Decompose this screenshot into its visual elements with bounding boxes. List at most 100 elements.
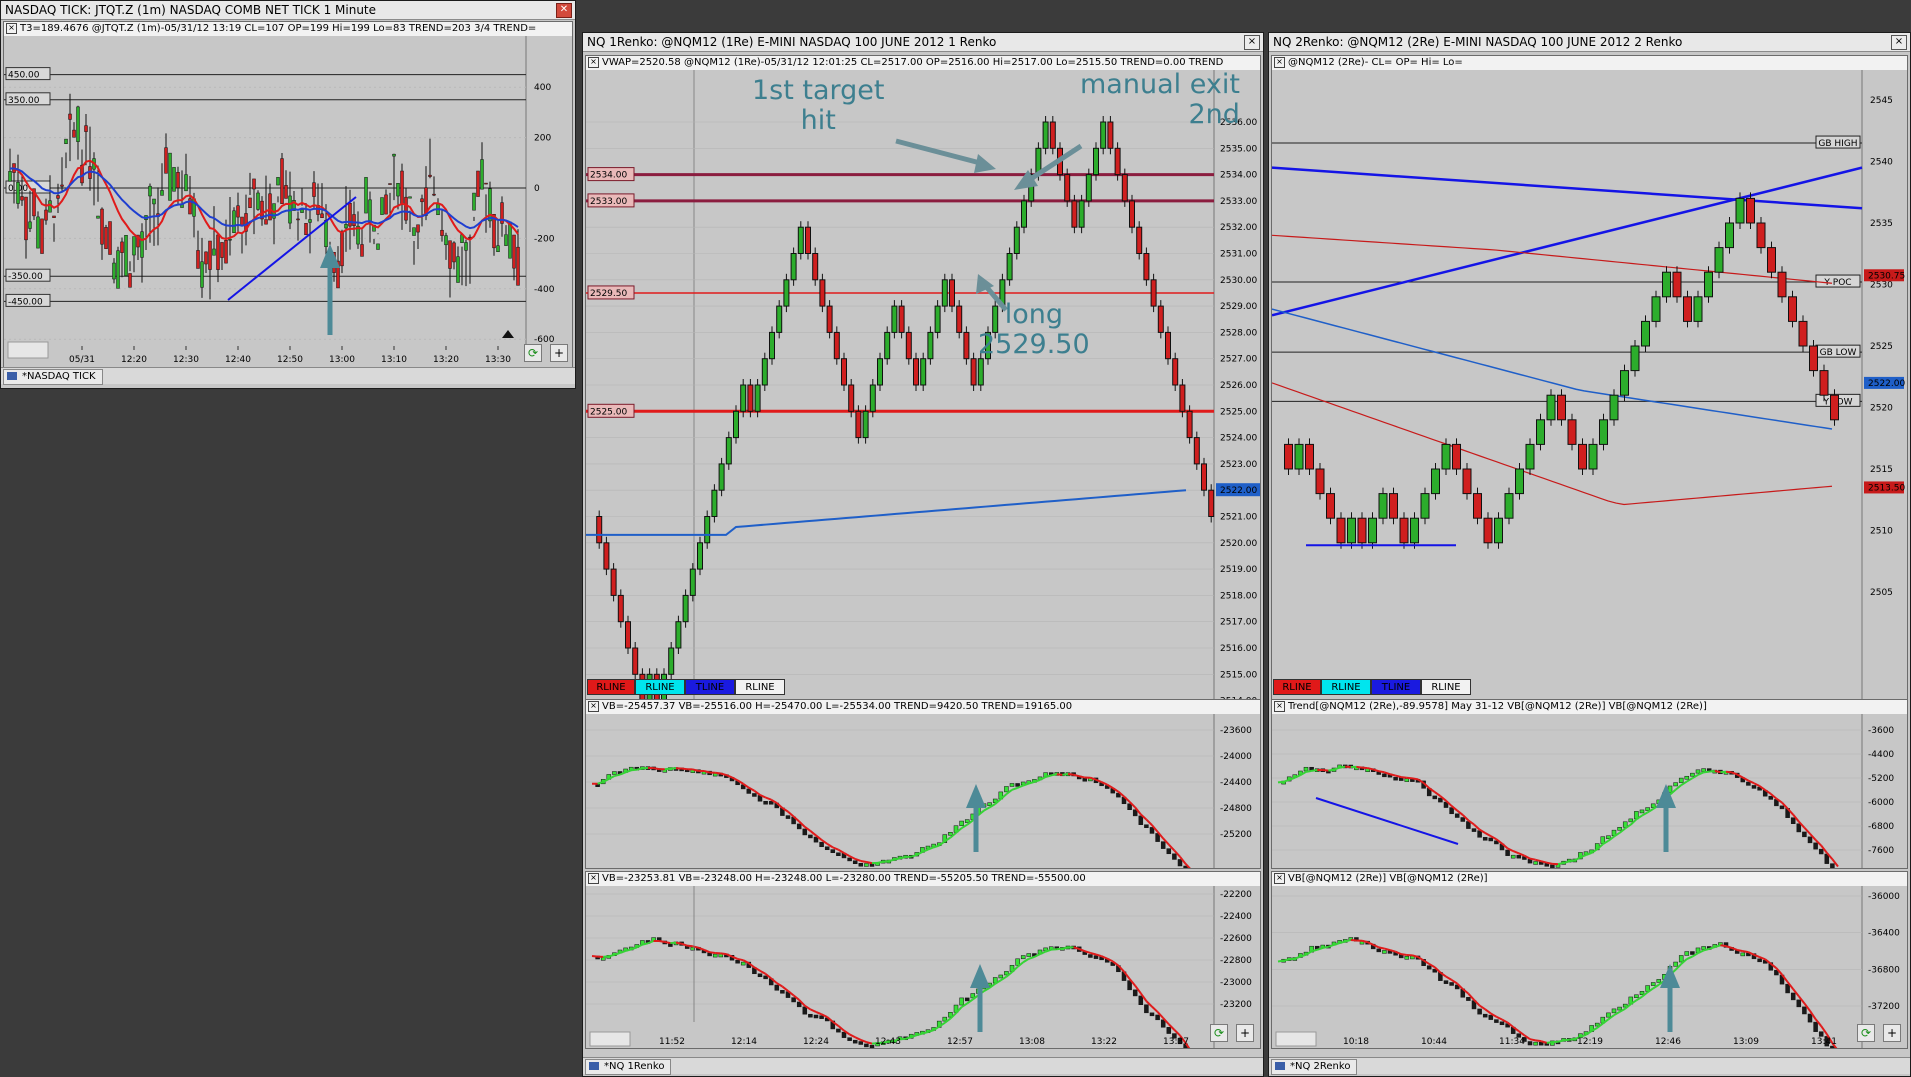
y-tick-label: 2524.00 <box>1220 434 1257 444</box>
osc-brick <box>1015 783 1020 787</box>
renko-brick <box>797 226 804 254</box>
nq2-tab-bar: *NQ 2Renko <box>1269 1057 1910 1075</box>
nq2-sub2-panel: × VB[@NQM12 (2Re)] VB[@NQM12 (2Re)] -3600… <box>1271 871 1908 1049</box>
nq2-volume-breadth-1: -3600-4400-5200-6000-6800-7600-6119 <box>1272 714 1907 868</box>
tick-bar-body <box>480 159 484 190</box>
x-tick-label: 11:52 <box>659 1037 685 1047</box>
osc-brick <box>1303 766 1309 772</box>
level-label: 2525.00 <box>590 407 627 417</box>
renko-brick <box>1021 200 1027 228</box>
osc-brick <box>1617 827 1622 831</box>
x-tick-label: 12:43 <box>875 1037 901 1047</box>
tick-bar-body <box>64 138 68 144</box>
y-tick-label: -23200 <box>1220 1000 1252 1010</box>
y-tick-label: -4400 <box>1868 750 1894 760</box>
y-tick-label: 2533.00 <box>1220 197 1257 207</box>
osc-trend-line <box>709 951 716 954</box>
osc-brick <box>847 1037 852 1041</box>
osc-brick <box>1172 853 1177 860</box>
tick-bar-body <box>112 262 116 280</box>
nq1-price-chart: 2536.002535.002534.002533.002532.002531.… <box>586 70 1260 734</box>
nq2-close-button[interactable]: × <box>1891 35 1907 50</box>
nq1-volume-breadth-1: -23600-24000-24400-24800-25200-25619 <box>586 714 1260 868</box>
refresh-icon[interactable]: ⟳ <box>1210 1024 1228 1042</box>
tick-bar-body <box>432 193 436 196</box>
tick-bar-body <box>476 170 480 197</box>
osc-trend-line <box>1725 770 1732 774</box>
tab-nq2-renko[interactable]: *NQ 2Renko <box>1271 1059 1358 1075</box>
nq1-sub1-panel: × VB=-25457.37 VB=-25516.00 H=-25470.00 L… <box>585 699 1261 869</box>
rline-button-white[interactable]: RLINE <box>735 679 785 695</box>
osc-brick <box>1482 837 1488 841</box>
osc-brick <box>1830 863 1835 868</box>
osc-trend-line <box>1356 765 1363 769</box>
renko-brick <box>1620 370 1629 396</box>
renko-brick <box>862 410 869 439</box>
tick-bar-body <box>472 192 476 211</box>
tline-button-blue[interactable]: TLINE <box>685 679 735 695</box>
renko-brick <box>1599 419 1608 445</box>
renko-brick <box>1441 443 1451 470</box>
y-tick-label: -25200 <box>1220 830 1252 840</box>
tick-window-close-button[interactable]: ✕ <box>556 3 572 18</box>
osc-brick <box>1678 777 1684 783</box>
tab-nasdaq-tick[interactable]: *NASDAQ TICK <box>3 369 103 385</box>
rline-button-cyan[interactable]: RLINE <box>635 679 685 695</box>
nq1-close-button[interactable]: × <box>1244 35 1260 50</box>
tab-nq1-renko[interactable]: *NQ 1Renko <box>585 1059 672 1075</box>
osc-brick <box>763 975 768 980</box>
osc-brick <box>1004 786 1009 793</box>
osc-brick <box>864 1043 869 1048</box>
add-icon[interactable]: + <box>1236 1024 1254 1042</box>
rline-button-red[interactable]: RLINE <box>1273 679 1321 695</box>
tick-bar-body <box>452 242 456 263</box>
tick-bar-body <box>364 177 368 214</box>
tick-bar-body <box>124 235 128 277</box>
osc-trend-line <box>1062 772 1069 776</box>
y-tick-label: -200 <box>534 234 555 244</box>
osc-brick <box>1533 861 1538 865</box>
x-tick-label: 12:24 <box>803 1037 829 1047</box>
renko-brick <box>632 647 639 675</box>
osc-trend-line <box>1529 1038 1536 1042</box>
osc-brick <box>1785 983 1790 994</box>
tline-button-blue[interactable]: TLINE <box>1371 679 1421 695</box>
renko-brick <box>1042 121 1049 149</box>
osc-brick <box>1132 989 1138 997</box>
renko-brick <box>1651 296 1661 322</box>
osc-trend-line <box>1050 773 1058 777</box>
renko-brick <box>826 305 833 333</box>
add-icon[interactable]: + <box>550 344 568 362</box>
tick-bar-body <box>168 152 172 201</box>
renko-brick <box>625 621 631 649</box>
add-icon[interactable]: + <box>1883 1024 1901 1042</box>
rline-button-white[interactable]: RLINE <box>1421 679 1471 695</box>
osc-brick <box>819 841 824 848</box>
osc-trend-line <box>681 767 688 771</box>
osc-brick <box>1144 824 1149 828</box>
renko-brick <box>1085 174 1092 202</box>
osc-brick <box>1443 980 1449 984</box>
osc-brick <box>1516 854 1522 859</box>
osc-brick <box>1505 849 1510 856</box>
osc-brick <box>1678 955 1684 963</box>
osc-brick <box>1160 841 1166 849</box>
refresh-icon[interactable]: ⟳ <box>524 344 542 362</box>
y-tick-label: -6000 <box>1868 798 1894 808</box>
osc-trend-line <box>1056 773 1063 776</box>
tick-bar-body <box>312 182 316 197</box>
rline-button-cyan[interactable]: RLINE <box>1321 679 1371 695</box>
osc-trend-line <box>608 953 615 958</box>
tick-bar-body <box>516 246 520 286</box>
osc-brick <box>858 863 864 867</box>
osc-brick <box>1020 955 1026 960</box>
tick-bar-body <box>484 182 488 185</box>
osc-trend-line <box>642 766 649 770</box>
refresh-icon[interactable]: ⟳ <box>1857 1024 1875 1042</box>
tick-bar-body <box>96 215 100 219</box>
tick-bar-body <box>456 256 460 283</box>
rline-button-red[interactable]: RLINE <box>587 679 635 695</box>
osc-brick <box>1454 813 1460 818</box>
osc-trend-line <box>1557 1039 1564 1043</box>
osc-trend-line <box>1339 765 1346 769</box>
